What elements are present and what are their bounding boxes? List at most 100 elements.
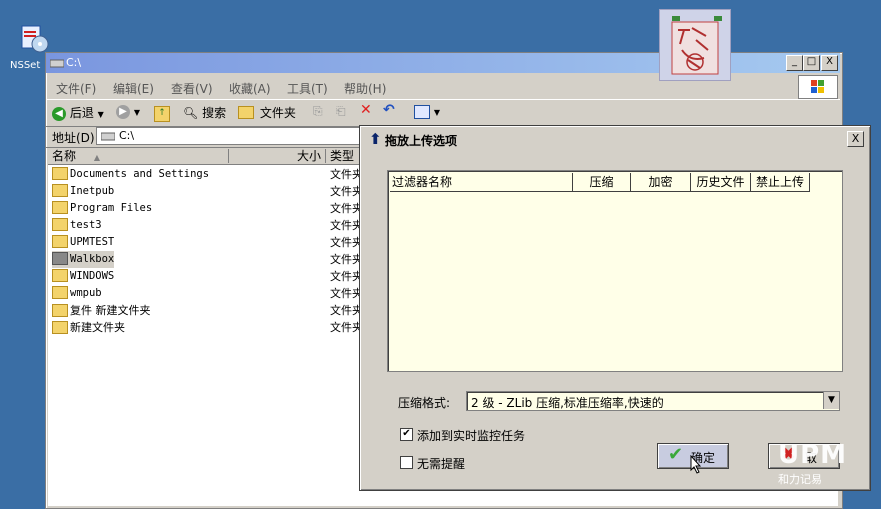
folder-icon (52, 217, 68, 231)
file-name: Documents and Settings (70, 168, 210, 180)
folder-icon (52, 200, 68, 214)
list-item[interactable]: Program Files 文件夹 (52, 200, 363, 217)
list-item[interactable]: Inetpub 文件夹 (52, 183, 363, 200)
compression-label: 压缩格式: (398, 396, 451, 410)
dropdown-arrow-icon[interactable]: ▼ (823, 392, 839, 409)
folder-icon (52, 234, 68, 248)
dialog-title: 拖放上传选项 (385, 134, 458, 148)
sort-ascending-icon: ▲ (93, 153, 100, 162)
file-name: 复件 新建文件夹 (70, 304, 151, 317)
up-folder-icon: ↑ (154, 106, 170, 122)
menu-tools[interactable]: 工具(T) (287, 80, 328, 97)
monitor-checkbox[interactable]: ✔ (400, 428, 413, 441)
compression-select[interactable]: 2 级 - ZLib 压缩,标准压缩率,快速的 ▼ (466, 391, 840, 411)
menu-file[interactable]: 文件(F) (56, 80, 96, 97)
folder-icon (238, 106, 254, 119)
views-icon (414, 104, 430, 119)
undo-icon[interactable]: ↶ (383, 102, 395, 118)
file-name: Program Files (70, 202, 153, 214)
folder-icon (52, 303, 68, 317)
list-item[interactable]: Documents and Settings 文件夹 (52, 166, 363, 183)
folders-button[interactable]: 文件夹 (238, 104, 296, 121)
back-arrow-icon: ◀ (52, 106, 66, 121)
column-size[interactable]: 大小 (229, 149, 326, 163)
file-name: WINDOWS (70, 270, 115, 282)
list-item[interactable]: 复件 新建文件夹 文件夹 (52, 302, 363, 319)
folder-icon (52, 268, 68, 282)
menu-help[interactable]: 帮助(H) (344, 80, 386, 97)
drive-icon (100, 130, 116, 144)
search-button[interactable]: 🔍︎ 搜索 (183, 104, 226, 121)
address-label: 地址(D) (52, 131, 95, 145)
folder-icon (52, 183, 68, 197)
list-item[interactable]: Walkbox 文件夹 (52, 251, 363, 268)
compression-value: 2 级 - ZLib 压缩,标准压缩率,快速的 (471, 396, 664, 410)
header-compress[interactable]: 压缩 (573, 173, 631, 192)
drag-upload-options-dialog: ⬆ 拖放上传选项 X 过滤器名称 压缩 加密 历史文件 禁止上传 压缩格式: 2… (359, 125, 871, 491)
dropdown-arrow-icon: ▼ (97, 110, 104, 119)
column-name-label: 名称 (52, 149, 77, 163)
menu-view[interactable]: 查看(V) (171, 80, 213, 97)
move-to-icon[interactable]: ⎘ (313, 104, 323, 119)
delete-icon[interactable]: ✕ (360, 102, 372, 118)
copy-to-icon[interactable]: ⎗ (336, 104, 346, 119)
explorer-title: C:\ (66, 56, 82, 69)
file-name: UPMTEST (70, 236, 115, 248)
folder-icon (52, 166, 68, 180)
header-no-upload[interactable]: 禁止上传 (751, 173, 810, 192)
column-name[interactable]: 名称 ▲ (48, 149, 229, 163)
list-item[interactable]: wmpub 文件夹 (52, 285, 363, 302)
list-header: 名称 ▲ 大小 类型 (48, 149, 368, 165)
app-icon (18, 22, 50, 54)
folder-icon (52, 320, 68, 334)
folder-icon (52, 251, 68, 265)
dropdown-arrow-icon: ▼ (433, 108, 440, 117)
header-filter-name[interactable]: 过滤器名称 (390, 173, 573, 192)
maximize-button[interactable]: □ (803, 55, 820, 71)
list-item[interactable]: 新建文件夹 文件夹 (52, 319, 363, 336)
search-label: 搜索 (202, 106, 227, 120)
checkmark-icon: ✔ (668, 444, 684, 465)
forward-button[interactable]: ▶ ▼ (116, 104, 140, 119)
file-name: test3 (70, 219, 102, 231)
folders-label: 文件夹 (259, 106, 296, 120)
file-name: Walkbox (70, 253, 115, 265)
file-name: wmpub (70, 287, 102, 299)
mouse-cursor-icon (690, 454, 702, 475)
close-button[interactable]: X (821, 55, 838, 71)
list-item[interactable]: UPMTEST 文件夹 (52, 234, 363, 251)
dropdown-arrow-icon: ▼ (133, 108, 140, 117)
file-name: Inetpub (70, 185, 115, 197)
menu-edit[interactable]: 编辑(E) (113, 80, 154, 97)
menu-favorites[interactable]: 收藏(A) (229, 80, 271, 97)
up-folder-button[interactable]: ↑ (154, 104, 170, 122)
dialog-titlebar[interactable]: ⬆ 拖放上传选项 X (363, 129, 867, 149)
list-item[interactable]: test3 文件夹 (52, 217, 363, 234)
windows-logo-icon (798, 75, 838, 99)
folder-icon (52, 285, 68, 299)
list-item[interactable]: WINDOWS 文件夹 (52, 268, 363, 285)
watermark-logo-text: UPM (778, 440, 848, 470)
dialog-close-button[interactable]: X (847, 131, 864, 147)
toolbar: ◀ 后退 ▼ ▶ ▼ ↑ 🔍︎ 搜索 文件夹 ⎘ ⎗ ✕ ↶ ▼ (46, 99, 840, 127)
no-remind-checkbox-label: 无需提醒 (417, 457, 466, 471)
back-button[interactable]: ◀ 后退 ▼ (52, 104, 104, 121)
header-encrypt[interactable]: 加密 (631, 173, 691, 192)
upm-watermark: UPM 和力记易 (778, 440, 878, 490)
seal-logo-window[interactable] (659, 9, 731, 81)
address-value: C:\ (119, 129, 135, 142)
file-name: 新建文件夹 (70, 321, 125, 334)
minimize-button[interactable]: _ (786, 55, 803, 71)
upload-arrow-icon: ⬆ (369, 130, 382, 148)
no-remind-checkbox[interactable] (400, 456, 413, 469)
desktop-icon-label: NSSet (10, 60, 41, 71)
search-icon: 🔍︎ (183, 106, 199, 120)
monitor-checkbox-label: 添加到实时监控任务 (417, 429, 526, 443)
filter-table[interactable]: 过滤器名称 压缩 加密 历史文件 禁止上传 (387, 170, 843, 372)
forward-arrow-icon: ▶ (116, 104, 130, 119)
watermark-caption: 和力记易 (778, 473, 822, 486)
drive-icon (49, 57, 65, 71)
header-history[interactable]: 历史文件 (691, 173, 751, 192)
views-button[interactable]: ▼ (414, 104, 440, 119)
selected-item-highlight: Walkbox (52, 251, 115, 268)
